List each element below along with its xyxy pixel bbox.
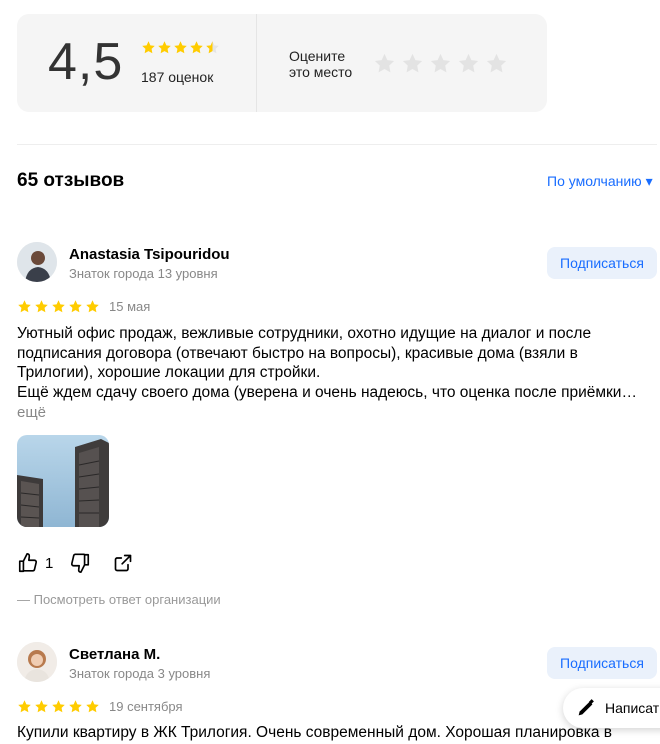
reviews-count: 65 отзывов xyxy=(17,170,125,191)
review-actions: 1 xyxy=(17,552,133,574)
review-date: 15 мая xyxy=(109,299,151,314)
thumbs-down-icon xyxy=(71,553,90,573)
review-date: 19 сентября xyxy=(109,699,183,714)
star-icon xyxy=(52,300,65,313)
view-org-answer-link[interactable]: — Посмотреть ответ организации xyxy=(17,592,221,607)
review-text: Уютный офис продаж, вежливые сотрудники,… xyxy=(17,325,637,401)
star-icon xyxy=(35,700,48,713)
avatar[interactable] xyxy=(17,242,57,282)
rate-star-3-icon[interactable] xyxy=(429,52,452,75)
rate-star-2-icon[interactable] xyxy=(401,52,424,75)
review-author[interactable]: Светлана М. xyxy=(69,646,160,663)
star-icon xyxy=(35,300,48,313)
star-icon xyxy=(18,300,31,313)
subscribe-button[interactable]: Подписаться xyxy=(547,647,657,679)
review-text: Купили квартиру в ЖК Трилогия. Очень сов… xyxy=(17,724,613,741)
dislike-button[interactable] xyxy=(69,552,91,574)
star-icon xyxy=(158,41,171,54)
like-button[interactable]: 1 xyxy=(17,552,53,574)
review-stars xyxy=(17,299,100,314)
star-icon xyxy=(142,41,155,54)
average-score: 4,5 xyxy=(48,33,124,91)
write-review-button[interactable]: Написат xyxy=(563,688,660,728)
star-icon xyxy=(69,700,82,713)
card-divider xyxy=(256,14,257,112)
review-author[interactable]: Anastasia Tsipouridou xyxy=(69,246,230,263)
rate-star-4-icon[interactable] xyxy=(457,52,480,75)
star-icon xyxy=(18,700,31,713)
sort-dropdown[interactable]: По умолчанию ▾ xyxy=(547,173,653,190)
subscribe-button[interactable]: Подписаться xyxy=(547,247,657,279)
rate-stars xyxy=(373,52,508,75)
share-icon xyxy=(115,554,132,572)
rate-star-1-icon[interactable] xyxy=(373,52,396,75)
read-more-link[interactable]: ещё xyxy=(17,404,46,421)
average-stars xyxy=(141,40,220,55)
section-divider xyxy=(17,144,657,145)
author-level: Знаток города 13 уровня xyxy=(69,266,218,281)
like-count: 1 xyxy=(45,554,54,572)
share-button[interactable] xyxy=(113,553,133,573)
thumbs-up-icon xyxy=(18,553,38,573)
star-icon xyxy=(52,700,65,713)
write-review-label: Написат xyxy=(605,700,660,716)
author-level: Знаток города 3 уровня xyxy=(69,666,211,681)
review-photo[interactable] xyxy=(17,435,109,527)
rate-star-5-icon[interactable] xyxy=(485,52,508,75)
ratings-count: 187 оценок xyxy=(141,69,214,85)
star-icon xyxy=(86,300,99,313)
rate-prompt: Оцените это место xyxy=(289,48,353,80)
avatar[interactable] xyxy=(17,642,57,682)
rating-summary-card: 4,5 187 оценок Оцените это место xyxy=(17,14,547,112)
pencil-icon xyxy=(578,699,594,716)
review-stars xyxy=(17,699,100,714)
star-icon xyxy=(86,700,99,713)
half-star-icon xyxy=(206,41,219,54)
star-icon xyxy=(174,41,187,54)
star-icon xyxy=(69,300,82,313)
star-icon xyxy=(190,41,203,54)
